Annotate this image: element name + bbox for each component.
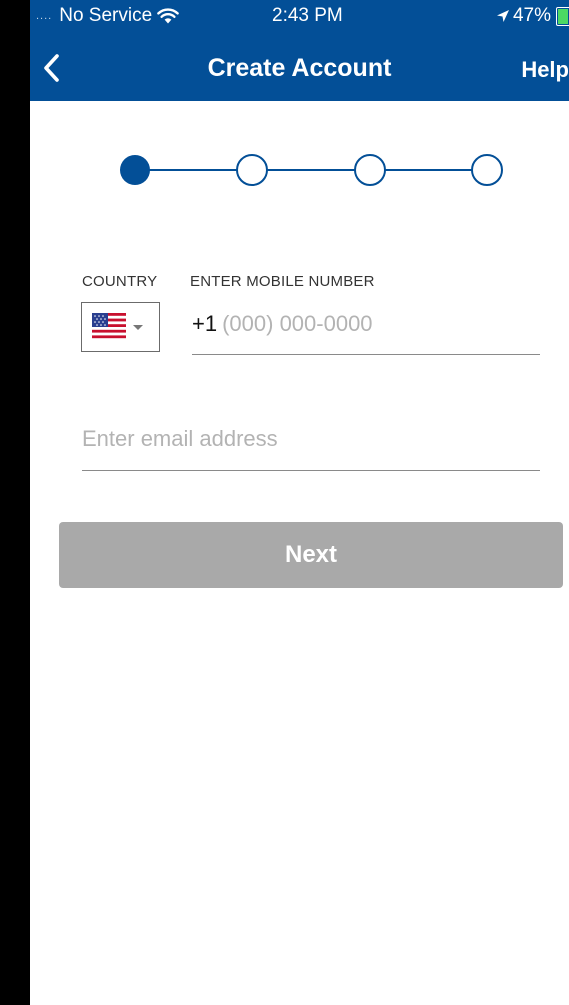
country-label: COUNTRY — [82, 273, 158, 290]
status-bar: .... No Service 2:43 PM 47% — [30, 0, 569, 36]
status-right: 47% — [496, 5, 569, 27]
mobile-number-label: ENTER MOBILE NUMBER — [190, 273, 375, 290]
wifi-icon — [157, 8, 179, 24]
next-button[interactable]: Next — [59, 522, 563, 588]
navigation-bar: Create Account Help — [30, 40, 569, 96]
step-4 — [471, 154, 503, 186]
email-placeholder: Enter email address — [82, 426, 278, 451]
phone-placeholder: (000) 000-0000 — [222, 311, 373, 336]
battery-icon — [556, 6, 569, 26]
location-arrow-icon — [496, 10, 509, 22]
battery-percent: 47% — [512, 5, 551, 26]
country-selector[interactable] — [81, 302, 160, 352]
step-1-current — [120, 155, 150, 185]
signal-strength-icon: .... — [36, 10, 53, 22]
step-2 — [236, 154, 268, 186]
status-time: 2:43 PM — [272, 5, 343, 26]
top-bar: .... No Service 2:43 PM 47% Create Accou… — [30, 0, 569, 101]
mobile-number-input[interactable]: +1 (000) 000-0000 — [192, 306, 540, 355]
create-account-screen: .... No Service 2:43 PM 47% Create Accou… — [30, 0, 569, 1005]
battery-level — [558, 8, 568, 24]
country-code: +1 — [192, 311, 218, 336]
caret-down-icon — [133, 324, 143, 330]
step-3 — [354, 154, 386, 186]
help-link[interactable]: Help — [521, 57, 569, 83]
carrier-text: No Service — [59, 5, 153, 26]
us-flag-icon — [92, 313, 126, 341]
page-title: Create Account — [207, 54, 392, 82]
status-left: .... No Service — [36, 5, 179, 27]
progress-stepper — [120, 154, 503, 186]
next-button-label: Next — [284, 541, 338, 568]
email-input[interactable]: Enter email address — [82, 420, 540, 471]
